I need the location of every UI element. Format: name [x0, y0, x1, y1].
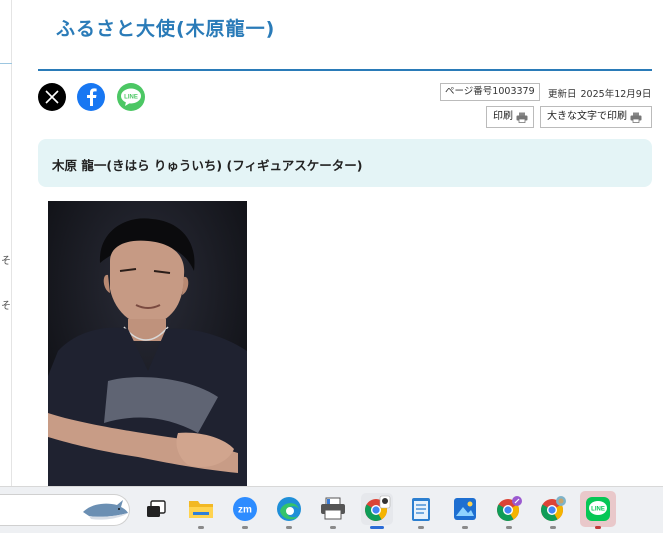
chrome-profile-2-button[interactable] [493, 493, 525, 525]
ambassador-photo [48, 201, 247, 486]
print-large-label: 大きな文字で印刷 [547, 111, 627, 122]
updated-value: 2025年12月9日 [580, 89, 652, 100]
zoom-running-dot [242, 526, 248, 529]
file-explorer-running-dot [198, 526, 204, 529]
printer-icon [516, 112, 528, 123]
page-number: ページ番号1003379 [440, 83, 540, 101]
edge-button[interactable] [273, 493, 305, 525]
notepad-button[interactable] [405, 493, 437, 525]
edge-running-dot [286, 526, 292, 529]
notepad-running-dot [418, 526, 424, 529]
line-icon: LINE [121, 88, 141, 106]
section-heading-box: 木原 龍一(きはら りゅういち) (フィギュアスケーター) [38, 139, 652, 187]
sidebar-glyph-1[interactable]: そ [1, 252, 11, 267]
photos-button[interactable] [449, 493, 481, 525]
x-icon [45, 90, 59, 104]
chrome-3-running-dot [550, 526, 556, 529]
shark-icon [83, 500, 128, 520]
shark-widget-button[interactable] [80, 493, 130, 525]
chrome-2-running-dot [506, 526, 512, 529]
sidebar-divider [0, 63, 12, 64]
zoom-icon-text: zm [238, 505, 252, 516]
section-heading: 木原 龍一(きはら りゅういち) (フィギュアスケーター) [52, 158, 363, 173]
line-app-icon-text: LINE [591, 507, 605, 513]
printer-app-button[interactable] [317, 493, 349, 525]
chrome-icon-3 [541, 496, 566, 521]
photo-illustration [48, 201, 247, 486]
facebook-share-button[interactable] [77, 83, 105, 111]
task-view-button[interactable] [140, 493, 172, 525]
page-title: ふるさと大使(木原龍一) [56, 18, 276, 40]
print-button[interactable]: 印刷 [486, 106, 534, 128]
print-large-text-button[interactable]: 大きな文字で印刷 [540, 106, 652, 128]
printer-app-icon [321, 497, 345, 520]
photos-icon [454, 498, 476, 520]
task-view-icon [147, 500, 166, 517]
facebook-icon [87, 88, 97, 106]
print-label: 印刷 [493, 111, 513, 122]
chrome-profile-button[interactable] [361, 493, 393, 525]
chrome-active-indicator [370, 526, 384, 529]
zoom-icon: zm [233, 497, 257, 521]
printer-running-dot [330, 526, 336, 529]
x-share-button[interactable] [38, 83, 66, 111]
line-app-icon: LINE [586, 497, 610, 521]
line-share-button[interactable]: LINE [117, 83, 145, 111]
left-sidebar-edge: そ そ [0, 0, 12, 486]
notepad-icon [412, 498, 430, 521]
taskbar: zm LINE [0, 486, 663, 533]
file-explorer-button[interactable] [185, 493, 217, 525]
sidebar-glyph-2[interactable]: そ [1, 297, 11, 312]
chrome-icon [365, 495, 391, 521]
line-app-button[interactable]: LINE [580, 491, 616, 527]
edge-icon [277, 497, 301, 521]
photos-running-dot [462, 526, 468, 529]
line-icon-text: LINE [124, 95, 138, 101]
line-notification-dot [595, 526, 601, 529]
folder-icon [189, 501, 213, 518]
updated-label: 更新日 [548, 89, 577, 100]
updated-date: 更新日 2025年12月9日 [548, 86, 651, 100]
title-underline [38, 69, 652, 71]
chrome-icon-2 [497, 496, 522, 521]
chrome-profile-3-button[interactable] [537, 493, 569, 525]
zoom-button[interactable]: zm [229, 493, 261, 525]
printer-icon [630, 112, 642, 123]
